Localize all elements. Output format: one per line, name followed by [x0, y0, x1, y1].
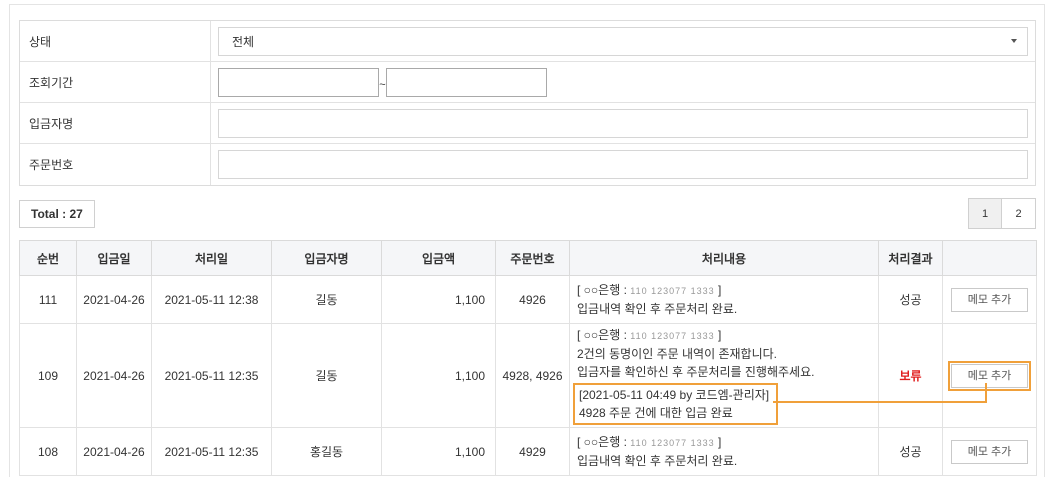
table-row: 108 2021-04-26 2021-05-11 12:35 홍길동 1,10…: [19, 427, 1037, 476]
filter-row-status: 상태 전체: [20, 21, 1035, 62]
status-label: 상태: [20, 21, 211, 61]
col-header-order-no: 주문번호: [495, 240, 570, 276]
cell-depositor: 길동: [271, 323, 382, 428]
cell-seq: 111: [19, 275, 77, 324]
search-filter-form: 상태 전체 조회기간 ~ 입금자명 주문번호: [19, 20, 1036, 186]
page-2-button[interactable]: 2: [1002, 198, 1036, 229]
cell-seq: 109: [19, 323, 77, 428]
col-header-process-date: 처리일: [151, 240, 272, 276]
cell-process-date: 2021-05-11 12:35: [151, 323, 272, 428]
cell-deposit-date: 2021-04-26: [76, 427, 152, 476]
bank-name: [ ○○은행 :: [577, 435, 627, 449]
bank-name: [ ○○은행 :: [577, 328, 627, 342]
cell-content: [ ○○은행 : 110 123077 1333 ] 입금내역 확인 후 주문처…: [569, 275, 879, 324]
memo-note: [2021-05-11 04:49 by 코드엠-관리자] 4928 주문 건에…: [573, 383, 778, 425]
add-memo-button[interactable]: 메모 추가: [951, 287, 1028, 312]
cell-deposit-date: 2021-04-26: [76, 275, 152, 324]
table-row: 109 2021-04-26 2021-05-11 12:35 길동 1,100…: [19, 323, 1037, 428]
cell-actions: 메모 추가: [942, 323, 1037, 428]
period-label: 조회기간: [20, 62, 211, 102]
cell-deposit-date: 2021-04-26: [76, 323, 152, 428]
col-header-depositor: 입금자명: [271, 240, 382, 276]
deposit-table: 순번 입금일 처리일 입금자명 입금액 주문번호 처리내용 처리결과 111 2…: [19, 240, 1037, 476]
memo-header: [2021-05-11 04:49 by 코드엠-관리자]: [579, 388, 770, 402]
masked-account: 110 123077 1333: [630, 438, 715, 448]
content-bank-line: [ ○○은행 : 110 123077 1333 ]: [577, 433, 878, 452]
add-memo-button[interactable]: 메모 추가: [951, 439, 1028, 464]
cell-seq: 108: [19, 427, 77, 476]
col-header-amount: 입금액: [381, 240, 496, 276]
bank-name: [ ○○은행 :: [577, 283, 627, 297]
period-separator: ~: [379, 79, 386, 91]
pagination: 1 2: [968, 198, 1036, 229]
cell-content: [ ○○은행 : 110 123077 1333 ] 2건의 동명이인 주문 내…: [569, 323, 879, 428]
content-line: 입금자를 확인하신 후 주문처리를 진행해주세요.: [577, 365, 815, 379]
col-header-content: 처리내용: [569, 240, 879, 276]
start-date-input[interactable]: [218, 67, 379, 97]
order-no-label: 주문번호: [20, 144, 211, 185]
cell-result: 성공: [878, 275, 943, 324]
status-select[interactable]: 전체: [218, 26, 1028, 56]
filter-row-period: 조회기간 ~: [20, 62, 1035, 103]
col-header-actions: [942, 240, 1037, 276]
cell-process-date: 2021-05-11 12:35: [151, 427, 272, 476]
cell-result: 성공: [878, 427, 943, 476]
cell-amount: 1,100: [381, 275, 496, 324]
col-header-seq: 순번: [19, 240, 77, 276]
dropdown-caret-icon: [1011, 39, 1017, 43]
cell-actions: 메모 추가: [942, 275, 1037, 324]
status-select-value: 전체: [232, 34, 255, 49]
cell-depositor: 홍길동: [271, 427, 382, 476]
cell-depositor: 길동: [271, 275, 382, 324]
total-count-badge: Total : 27: [19, 200, 95, 228]
content-bank-line: [ ○○은행 : 110 123077 1333 ]: [577, 326, 878, 345]
filter-row-order-no: 주문번호: [20, 144, 1035, 185]
cell-content: [ ○○은행 : 110 123077 1333 ] 입금내역 확인 후 주문처…: [569, 427, 879, 476]
content-line: 입금내역 확인 후 주문처리 완료.: [577, 302, 738, 316]
content-line: 입금내역 확인 후 주문처리 완료.: [577, 454, 738, 468]
masked-account: 110 123077 1333: [630, 286, 715, 296]
highlight-connector-vertical: [985, 383, 987, 403]
depositor-label: 입금자명: [20, 103, 211, 143]
cell-order-no: 4926: [495, 275, 570, 324]
page-1-button[interactable]: 1: [968, 198, 1002, 229]
add-memo-button[interactable]: 메모 추가: [951, 363, 1028, 388]
cell-amount: 1,100: [381, 427, 496, 476]
cell-result: 보류: [878, 323, 943, 428]
bank-end: ]: [718, 283, 722, 297]
table-header-row: 순번 입금일 처리일 입금자명 입금액 주문번호 처리내용 처리결과: [19, 240, 1037, 276]
table-row: 111 2021-04-26 2021-05-11 12:38 길동 1,100…: [19, 275, 1037, 324]
depositor-input[interactable]: [218, 108, 1028, 138]
bank-end: ]: [718, 328, 722, 342]
content-bank-line: [ ○○은행 : 110 123077 1333 ]: [577, 281, 878, 300]
cell-order-no: 4929: [495, 427, 570, 476]
cell-order-no: 4928, 4926: [495, 323, 570, 428]
cell-process-date: 2021-05-11 12:38: [151, 275, 272, 324]
cell-actions: 메모 추가: [942, 427, 1037, 476]
masked-account: 110 123077 1333: [630, 331, 715, 341]
content-line: 2건의 동명이인 주문 내역이 존재합니다.: [577, 347, 777, 361]
col-header-result: 처리결과: [878, 240, 943, 276]
order-no-input[interactable]: [218, 150, 1028, 179]
cell-amount: 1,100: [381, 323, 496, 428]
bank-end: ]: [718, 435, 722, 449]
highlight-connector-horizontal: [773, 401, 987, 403]
filter-row-depositor: 입금자명: [20, 103, 1035, 144]
highlight-frame: 메모 추가: [948, 360, 1031, 391]
col-header-deposit-date: 입금일: [76, 240, 152, 276]
end-date-input[interactable]: [386, 67, 547, 97]
memo-text: 4928 주문 건에 대한 입금 완료: [579, 406, 733, 420]
